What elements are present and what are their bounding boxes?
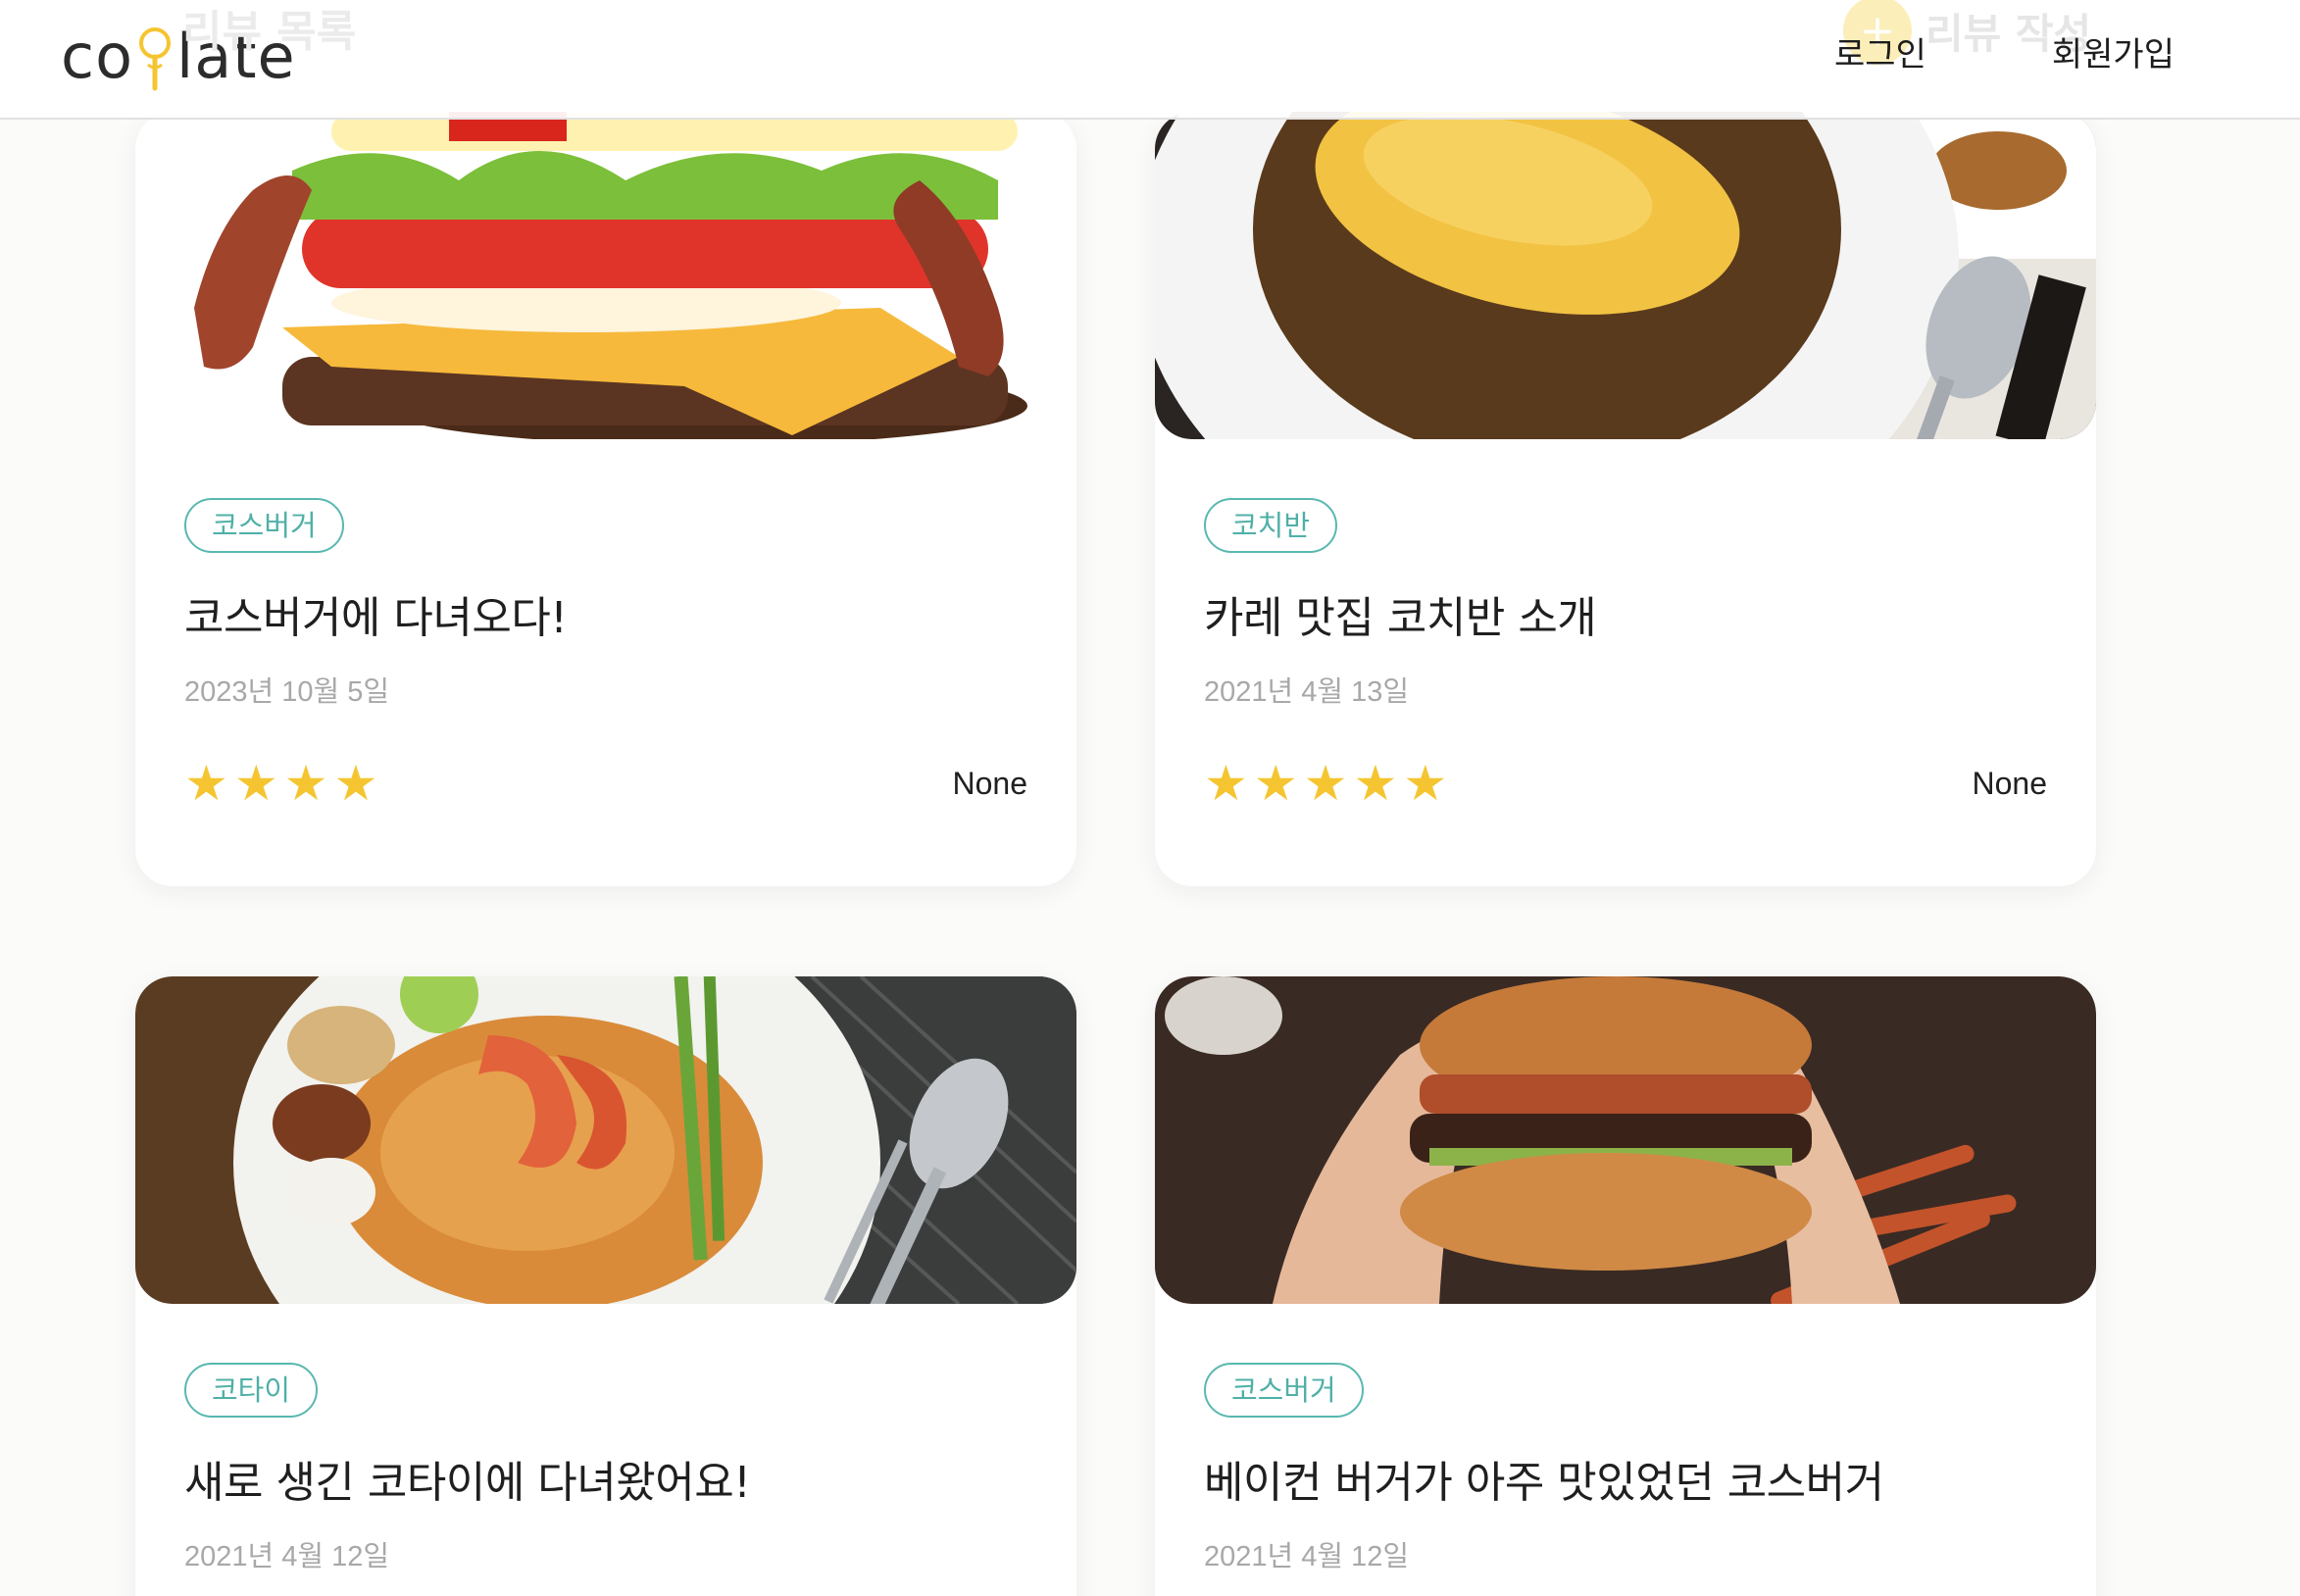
review-card[interactable]: 코타이 새로 생긴 코타이에 다녀왔어요! 2021년 4월 12일 xyxy=(135,976,1076,1596)
star-icon: ★ xyxy=(184,755,228,812)
omelette-curry-photo xyxy=(1155,112,2096,439)
review-author: None xyxy=(952,765,1028,801)
restaurant-tag[interactable]: 코치반 xyxy=(1204,498,1338,553)
restaurant-tag[interactable]: 코스버거 xyxy=(1204,1363,1364,1418)
card-footer: ★ ★ ★ ★ ★ None xyxy=(1204,759,2047,808)
card-body: 코치반 카레 맛집 코치반 소개 2021년 4월 13일 ★ ★ ★ ★ ★ … xyxy=(1155,439,2096,808)
bacon-burger-in-hands-photo xyxy=(1155,976,2096,1304)
login-link[interactable]: 로그인 xyxy=(1834,27,1926,75)
star-rating: ★ ★ ★ ★ xyxy=(184,759,377,808)
pad-thai-photo xyxy=(135,976,1076,1304)
restaurant-tag[interactable]: 코스버거 xyxy=(184,498,344,553)
review-list-page: 리뷰 목록 + 리뷰 작성 co late 로그인 회원가입 코스버거 코스버거… xyxy=(0,0,2300,1596)
review-title[interactable]: 베이컨 버거가 아주 맛있었던 코스버거 xyxy=(1204,1447,2047,1510)
star-icon: ★ xyxy=(1353,755,1398,812)
bacon-cheeseburger-photo xyxy=(135,112,1076,439)
signup-link[interactable]: 회원가입 xyxy=(2052,27,2175,75)
star-icon: ★ xyxy=(1403,755,1448,812)
card-body: 코타이 새로 생긴 코타이에 다녀왔어요! 2021년 4월 12일 xyxy=(135,1304,1076,1574)
star-icon: ★ xyxy=(283,755,328,812)
star-icon: ★ xyxy=(1253,755,1298,812)
card-body: 코스버거 코스버거에 다녀오다! 2023년 10월 5일 ★ ★ ★ ★ No… xyxy=(135,439,1076,808)
review-date: 2021년 4월 12일 xyxy=(1204,1541,1410,1572)
review-card[interactable]: 코치반 카레 맛집 코치반 소개 2021년 4월 13일 ★ ★ ★ ★ ★ … xyxy=(1155,112,2096,886)
star-icon: ★ xyxy=(1204,755,1248,812)
star-icon: ★ xyxy=(233,755,278,812)
review-date: 2021년 4월 13일 xyxy=(1204,676,1410,708)
restaurant-tag[interactable]: 코타이 xyxy=(184,1363,319,1418)
review-date: 2021년 4월 12일 xyxy=(184,1541,390,1572)
star-icon: ★ xyxy=(1303,755,1348,812)
review-card[interactable]: 코스버거 베이컨 버거가 아주 맛있었던 코스버거 2021년 4월 12일 xyxy=(1155,976,2096,1596)
star-icon: ★ xyxy=(333,755,378,812)
review-date: 2023년 10월 5일 xyxy=(184,676,390,708)
header-nav: 로그인 회원가입 xyxy=(1834,27,2175,75)
review-title[interactable]: 코스버거에 다녀오다! xyxy=(184,582,1027,645)
card-body: 코스버거 베이컨 버거가 아주 맛있었던 코스버거 2021년 4월 12일 xyxy=(1155,1304,2096,1574)
review-title[interactable]: 새로 생긴 코타이에 다녀왔어요! xyxy=(184,1447,1027,1510)
key-icon xyxy=(135,10,175,92)
review-title[interactable]: 카레 맛집 코치반 소개 xyxy=(1204,582,2047,645)
logo-text-left: co xyxy=(61,21,134,92)
card-footer: ★ ★ ★ ★ None xyxy=(184,759,1027,808)
review-card[interactable]: 코스버거 코스버거에 다녀오다! 2023년 10월 5일 ★ ★ ★ ★ No… xyxy=(135,112,1076,886)
page-title: 리뷰 목록 xyxy=(182,7,357,57)
star-rating: ★ ★ ★ ★ ★ xyxy=(1204,759,1447,808)
review-author: None xyxy=(1972,765,2048,801)
